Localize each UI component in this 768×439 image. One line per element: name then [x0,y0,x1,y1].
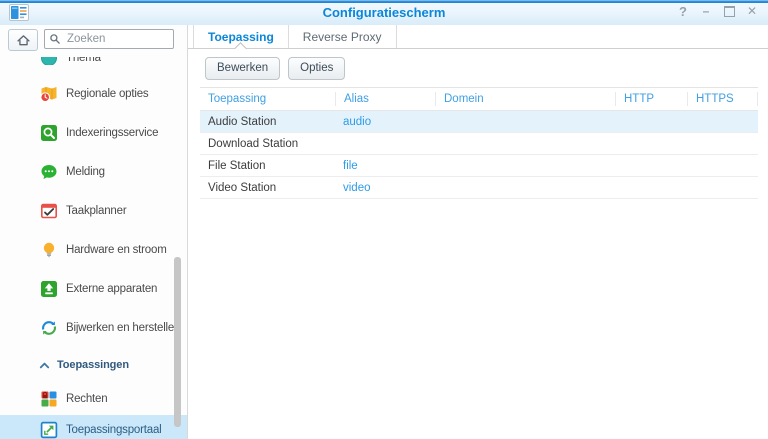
sidebar-item-label: Bijwerken en herstellen [66,322,180,334]
maximize-icon[interactable] [721,3,737,19]
table-row-video-station[interactable]: Video Stationvideo [200,177,758,199]
section-label: Toepassingen [57,359,129,371]
sidebar-item-label: Rechten [66,393,107,405]
window-title: Configuratiescherm [0,5,768,20]
task-scheduler-icon [40,202,58,220]
cell-application: Audio Station [200,116,335,128]
sidebar-item-indexeringsservice[interactable]: Indexeringsservice [0,113,187,152]
notification-icon [40,163,58,181]
column-header-alias[interactable]: Alias [335,92,435,106]
hardware-power-icon [40,241,58,259]
sidebar-item-thema[interactable]: Thema [0,57,187,65]
update-restore-icon [40,319,58,337]
regional-options-icon [40,85,58,103]
search-input[interactable] [65,31,169,47]
sidebar-item-label: Regionale opties [66,88,148,100]
tab-reverse-proxy[interactable]: Reverse Proxy [289,25,397,48]
search-icon [49,33,61,45]
sidebar-section-applications[interactable]: Toepassingen [0,347,187,383]
titlebar-accent-line [0,0,768,3]
chevron-up-icon [38,359,51,372]
sidebar-item-label: Taakplanner [66,205,126,217]
sidebar-item-toepassingsportaal[interactable]: Toepassingsportaal [0,415,187,439]
tab-label: Toepassing [208,30,274,44]
sidebar-section-list: Rechten Toepassingsportaal [0,383,187,439]
table-header: Toepassing Alias Domein HTTP HTTPS [200,88,758,111]
theme-icon [40,57,58,65]
external-devices-icon [40,280,58,298]
sidebar-item-label: Toepassingsportaal [66,424,162,436]
tab-label: Reverse Proxy [303,30,382,44]
table-row-download-station[interactable]: Download Station [200,133,758,155]
sidebar-scrollbar-thumb[interactable] [174,257,181,427]
sidebar-item-label: Externe apparaten [66,283,157,295]
indexing-service-icon [40,124,58,142]
sidebar-item-bijwerken-en-herstellen[interactable]: Bijwerken en herstellen [0,308,187,347]
close-icon[interactable]: ✕ [744,3,760,19]
sidebar-item-rechten[interactable]: Rechten [0,383,187,415]
applications-table: Toepassing Alias Domein HTTP HTTPS Audio… [200,87,758,199]
tab-bar: Toepassing Reverse Proxy [188,25,768,49]
sidebar-item-regionale-opties[interactable]: Regionale opties [0,74,187,113]
edit-button[interactable]: Bewerken [205,57,280,80]
application-portal-icon [40,421,58,439]
home-icon [16,33,31,48]
home-button[interactable] [8,29,38,51]
privileges-icon [40,390,58,408]
cell-alias[interactable]: audio [335,116,435,128]
control-panel-window: Configuratiescherm ? – ✕ Thema Regionale … [0,0,768,439]
table-body: Audio StationaudioDownload StationFile S… [200,111,758,199]
table-row-audio-station[interactable]: Audio Stationaudio [200,111,758,133]
column-header-domein[interactable]: Domein [435,92,615,106]
window-controls: ? – ✕ [675,3,760,19]
sidebar-item-taakplanner[interactable]: Taakplanner [0,191,187,230]
column-header-http[interactable]: HTTP [615,92,687,106]
titlebar: Configuratiescherm ? – ✕ [0,0,768,25]
main-panel: Toepassing Reverse Proxy Bewerken Opties… [188,25,768,439]
sidebar-list: Thema Regionale opties Indexeringsservice M… [0,57,187,347]
sidebar: Thema Regionale opties Indexeringsservice M… [0,25,188,439]
toolbar: Bewerken Opties [188,49,768,87]
column-header-https[interactable]: HTTPS [687,92,758,106]
tab-toepassing[interactable]: Toepassing [193,25,289,48]
sidebar-item-label: Hardware en stroom [66,244,167,256]
sidebar-item-hardware-en-stroom[interactable]: Hardware en stroom [0,230,187,269]
help-icon[interactable]: ? [675,3,691,19]
column-header-toepassing[interactable]: Toepassing [200,92,335,106]
sidebar-toolbar [0,25,187,57]
sidebar-item-label: Thema [66,57,101,64]
minimize-icon[interactable]: – [698,3,714,19]
cell-application: Download Station [200,138,335,150]
sidebar-item-label: Melding [66,166,105,178]
cell-alias[interactable]: file [335,160,435,172]
cell-application: Video Station [200,182,335,194]
sidebar-item-label: Indexeringsservice [66,127,158,139]
sidebar-item-melding[interactable]: Melding [0,152,187,191]
options-button[interactable]: Opties [288,57,345,80]
cell-alias[interactable]: video [335,182,435,194]
sidebar-item-externe-apparaten[interactable]: Externe apparaten [0,269,187,308]
table-row-file-station[interactable]: File Stationfile [200,155,758,177]
search-box [44,29,174,49]
cell-application: File Station [200,160,335,172]
